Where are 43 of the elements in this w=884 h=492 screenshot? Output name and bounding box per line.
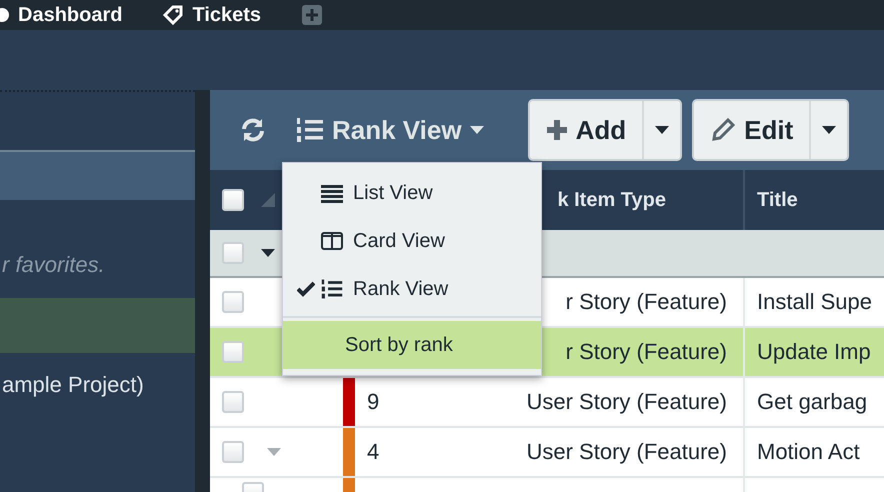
- plus-icon: [546, 119, 568, 141]
- ranked-list-icon: [321, 278, 343, 300]
- table-row[interactable]: 9 User Story (Feature) Get garbag: [210, 378, 884, 428]
- table-cell: User Story (Feature): [526, 389, 727, 414]
- row-checkbox[interactable]: [222, 341, 244, 363]
- list-icon: [321, 183, 343, 203]
- nav-link[interactable]: Dashboard: [18, 0, 122, 30]
- sidebar-project-item[interactable]: ample Project): [2, 353, 195, 417]
- rank-number: 9: [367, 389, 380, 414]
- rank-number: 4: [367, 439, 380, 464]
- nav-link[interactable]: Tickets: [192, 0, 262, 30]
- pencil-icon: [710, 117, 736, 143]
- dropdown-toggle-button[interactable]: [642, 101, 680, 159]
- caret-icon: [655, 126, 670, 134]
- menu-item[interactable]: Sort by rank: [283, 321, 541, 369]
- sidebar-item[interactable]: [0, 298, 195, 353]
- table-cell: Motion Act: [757, 439, 860, 464]
- table-cell: r Story (Feature): [566, 289, 727, 314]
- column-header[interactable]: Title: [745, 185, 884, 215]
- expand-toggle-icon[interactable]: [267, 448, 281, 456]
- columns-icon: [321, 231, 343, 251]
- table-cell: r Story (Feature): [566, 339, 727, 364]
- sidebar-item[interactable]: [0, 150, 195, 200]
- table-cell: Update Imp: [757, 339, 871, 364]
- ranked-list-icon: [296, 116, 324, 144]
- add-tab-icon[interactable]: [301, 4, 324, 26]
- sort-icon[interactable]: [261, 193, 275, 207]
- view-dropdown-button[interactable]: Rank View: [292, 110, 488, 150]
- row-checkbox[interactable]: [222, 291, 244, 313]
- table-row[interactable]: 4 User Story (Feature) Motion Act: [210, 428, 884, 478]
- row-checkbox[interactable]: [222, 242, 244, 264]
- tag-icon: [162, 4, 184, 26]
- caret-icon: [822, 126, 836, 134]
- row-checkbox[interactable]: [222, 391, 244, 413]
- select-all-checkbox[interactable]: [222, 189, 244, 211]
- caret-icon: [470, 126, 484, 134]
- table-cell: Get garbag: [757, 389, 868, 414]
- dropdown-toggle-button[interactable]: [809, 101, 848, 159]
- table-cell: User Story (Feature): [526, 439, 727, 464]
- favorites-hint: r favorites.: [2, 251, 106, 279]
- table-cell: Install Supe: [757, 289, 872, 314]
- row-checkbox[interactable]: [222, 441, 244, 463]
- expand-toggle-icon[interactable]: [261, 249, 275, 257]
